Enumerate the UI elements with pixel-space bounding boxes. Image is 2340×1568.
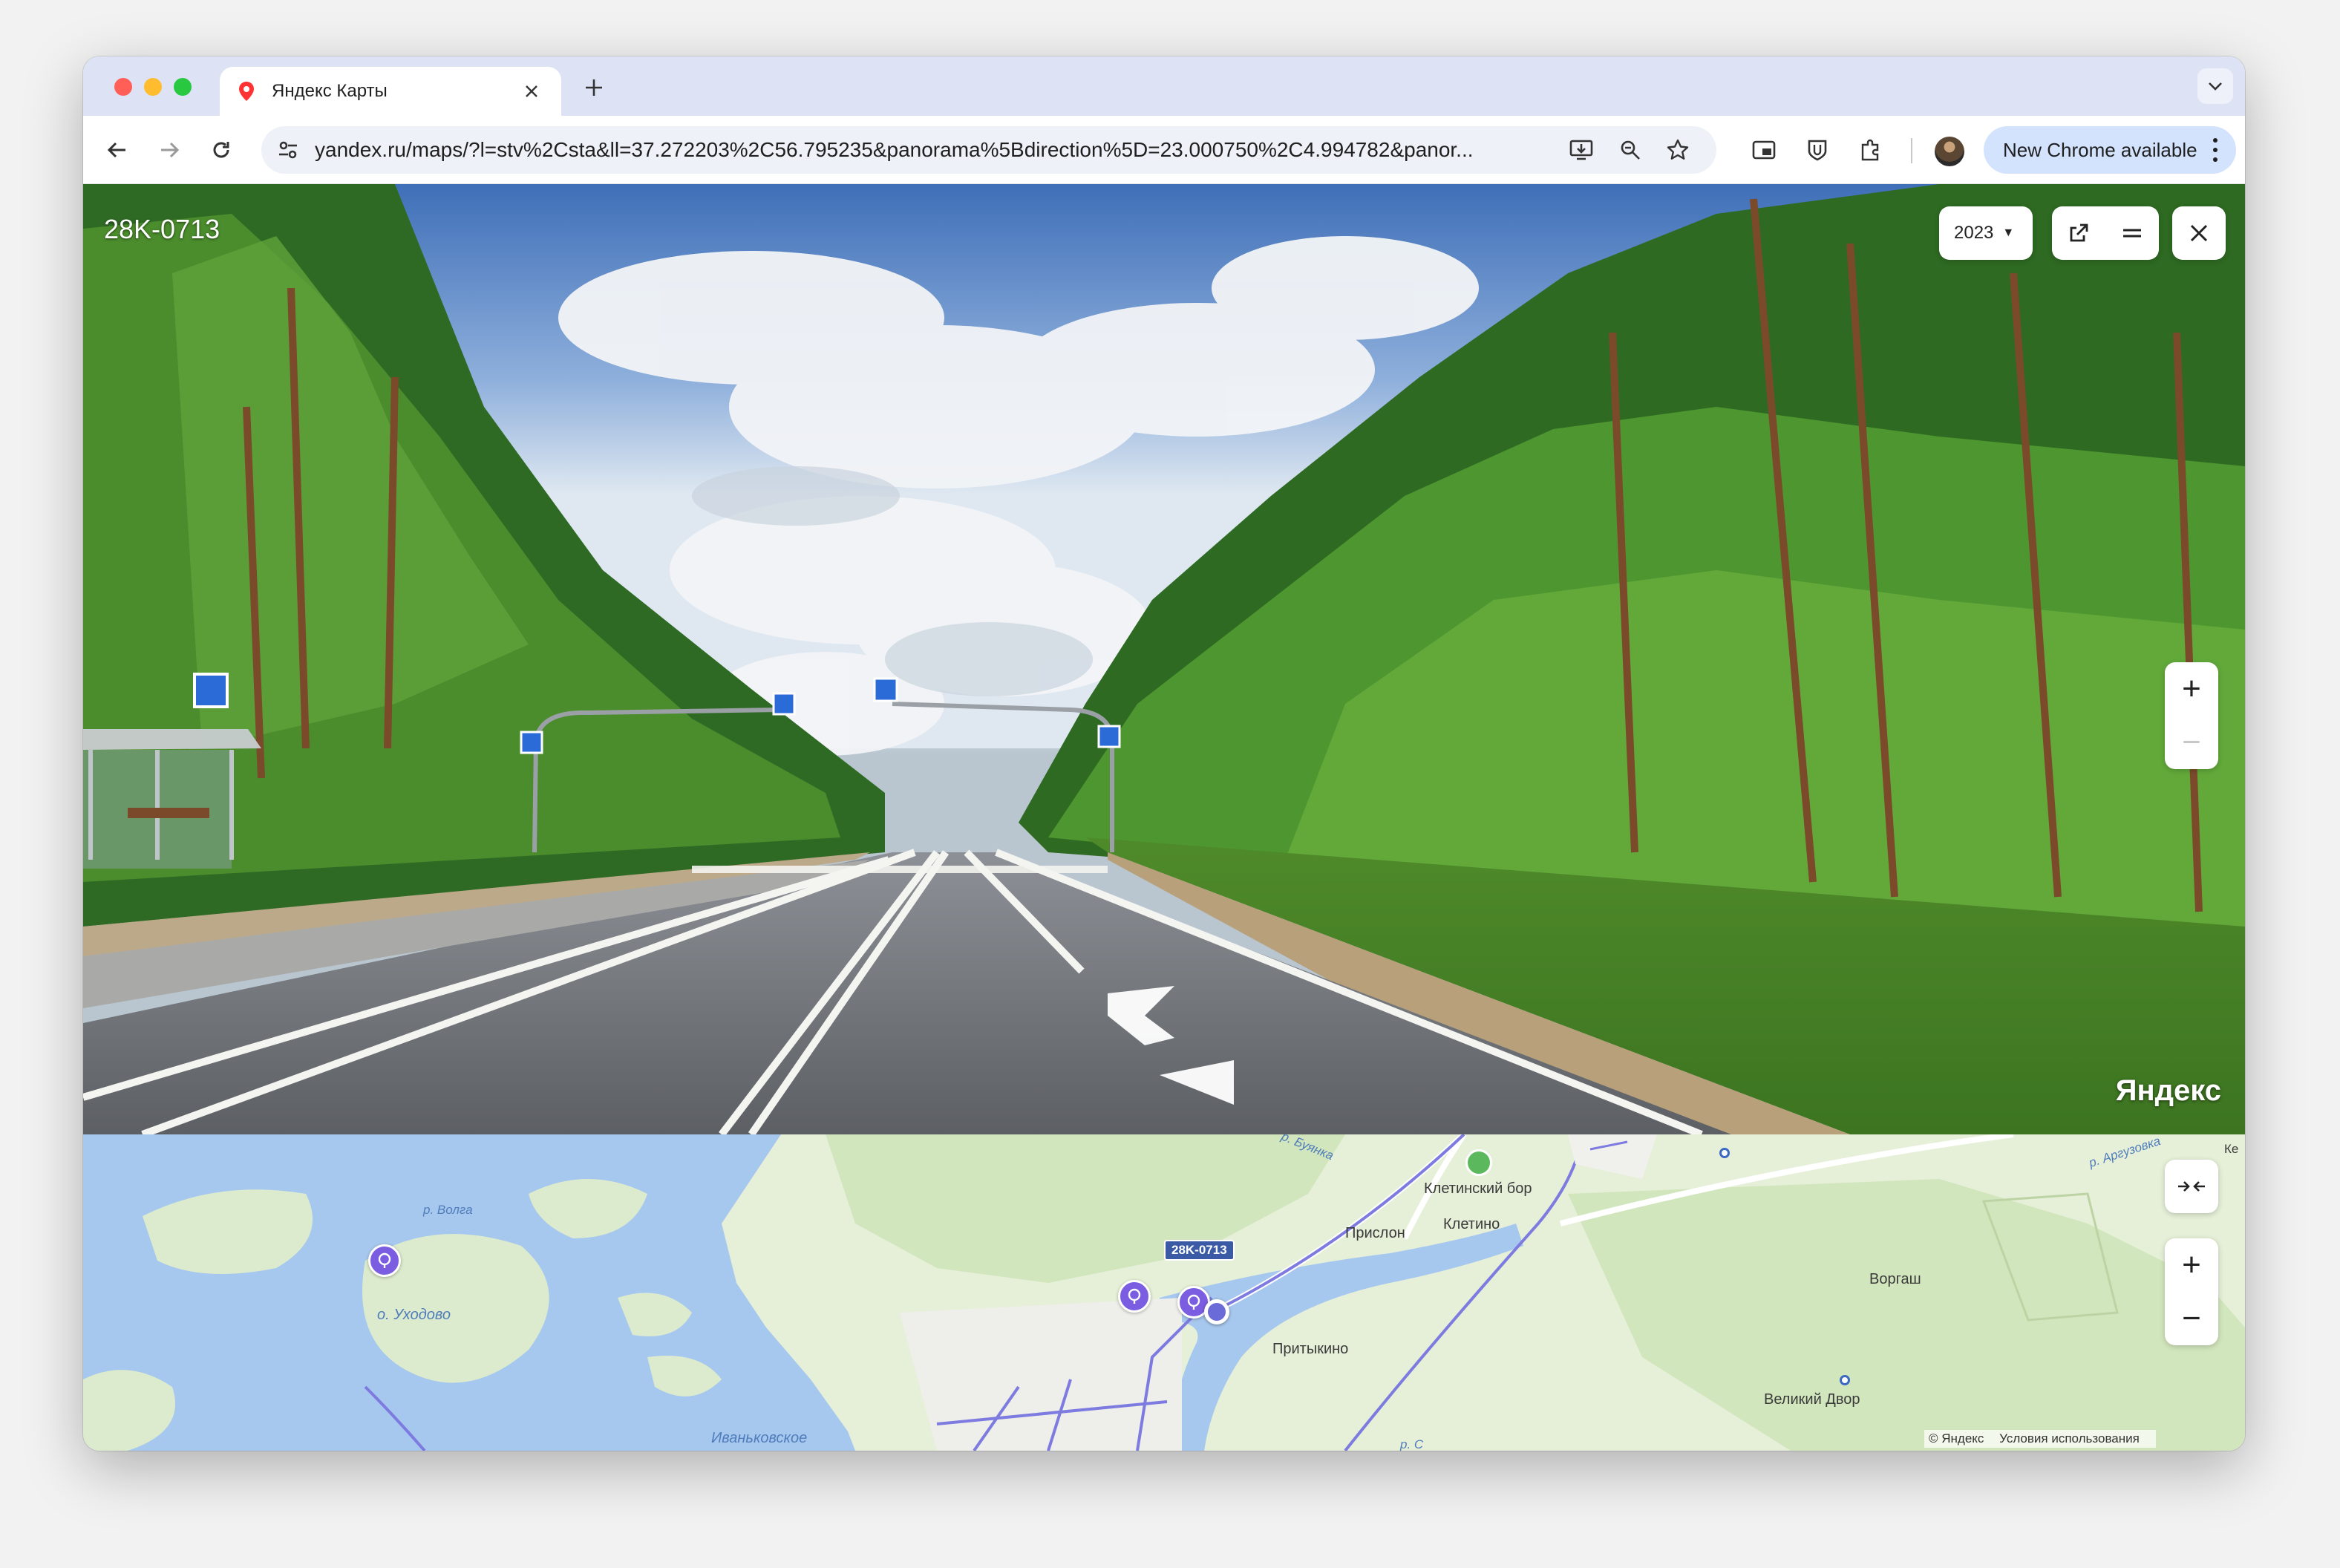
zoom-icon[interactable] [1617, 137, 1644, 163]
address-bar[interactable]: yandex.ru/maps/?l=stv%2Csta&ll=37.272203… [261, 126, 1716, 174]
install-app-icon[interactable] [1568, 137, 1595, 163]
map-label-ke: Ке [2224, 1142, 2239, 1156]
poi-balloon-icon[interactable] [368, 1244, 401, 1277]
map-label-prislon: Прислон [1345, 1225, 1405, 1241]
panorama-zoom-in-button[interactable]: + [2165, 662, 2218, 716]
site-settings-icon[interactable] [275, 137, 301, 163]
yandex-watermark: Яндекс [2115, 1074, 2221, 1107]
village-dot-icon [1840, 1375, 1850, 1385]
map-zoom-in-button[interactable]: + [2165, 1238, 2218, 1292]
dropdown-triangle-icon: ▼ [2002, 226, 2015, 239]
forest-poi-icon[interactable] [1465, 1149, 1492, 1176]
map-canvas [83, 1134, 2245, 1451]
url-text: yandex.ru/maps/?l=stv%2Csta&ll=37.272203… [315, 138, 1474, 161]
tab-yandex-maps[interactable]: Яндекс Карты [220, 67, 561, 116]
mini-map[interactable]: р. Волга о. Уходово Иваньковское р. Буян… [83, 1134, 2245, 1451]
copyright-text: © Яндекс [1929, 1431, 1984, 1446]
map-label-kletinsky-bor: Клетинский бор [1424, 1180, 1532, 1197]
road-number-label: 28K-0713 [104, 214, 220, 244]
extensions-puzzle-icon[interactable] [1856, 135, 1886, 165]
panorama-scene [83, 184, 2245, 1134]
browser-window: Яндекс Карты yandex.ru/maps/?l=stv%2Csta… [83, 56, 2245, 1451]
year-value: 2023 [1954, 223, 1994, 243]
split-view-icon[interactable] [2105, 206, 2159, 260]
map-label-r-s: р. С [1400, 1437, 1424, 1451]
poi-balloon-icon[interactable] [1118, 1280, 1151, 1313]
year-select[interactable]: 2023 ▼ [1939, 206, 2033, 260]
close-panorama-button[interactable] [2172, 206, 2226, 260]
map-label-ivankovskoe: Иваньковское [711, 1430, 808, 1446]
open-external-icon[interactable] [2052, 206, 2105, 260]
shield-extension-icon[interactable] [1803, 135, 1832, 165]
new-chrome-available-button[interactable]: New Chrome available [1984, 126, 2236, 174]
map-label-veliky-dvor: Великий Двор [1764, 1391, 1860, 1408]
panorama-zoom-control: + − [2165, 662, 2218, 769]
panorama-action-group [2052, 206, 2159, 260]
map-zoom-control: + − [2165, 1238, 2218, 1345]
village-dot-icon [1719, 1148, 1730, 1158]
bookmark-star-icon[interactable] [1664, 137, 1691, 163]
map-label-volga: р. Волга [423, 1203, 473, 1217]
street-panorama[interactable]: 28K-0713 2023 ▼ + − Яндекс [83, 184, 2245, 1134]
tab-strip: Яндекс Карты [83, 56, 2245, 116]
forward-arrow-icon[interactable] [151, 132, 187, 168]
tab-close-icon[interactable] [518, 78, 545, 105]
reload-icon[interactable] [203, 132, 239, 168]
toolbar-separator [1911, 138, 1912, 163]
tab-title: Яндекс Карты [272, 81, 388, 101]
map-label-kletino: Клетино [1443, 1216, 1500, 1232]
back-arrow-icon[interactable] [99, 132, 135, 168]
picture-in-picture-icon[interactable] [1749, 135, 1779, 165]
close-icon [2190, 224, 2208, 242]
browser-toolbar: yandex.ru/maps/?l=stv%2Csta&ll=37.272203… [83, 116, 2245, 184]
new-tab-button[interactable] [578, 71, 610, 104]
minimize-window-button[interactable] [144, 78, 162, 96]
terms-link[interactable]: Условия использования [1999, 1431, 2140, 1446]
maximize-window-button[interactable] [174, 78, 192, 96]
panorama-position-marker[interactable] [1204, 1299, 1229, 1324]
map-zoom-out-button[interactable]: − [2165, 1292, 2218, 1345]
panorama-zoom-out-button[interactable]: − [2165, 716, 2218, 769]
collapse-map-icon[interactable] [2165, 1160, 2218, 1213]
profile-avatar[interactable] [1935, 137, 1964, 166]
map-label-pritykino: Притыкино [1272, 1341, 1349, 1357]
map-label-vorgash: Воргаш [1869, 1271, 1921, 1287]
map-copyright: © Яндекс Условия использования [1924, 1430, 2156, 1448]
update-label: New Chrome available [2003, 138, 2197, 161]
more-menu-icon[interactable] [2211, 138, 2220, 162]
close-window-button[interactable] [114, 78, 132, 96]
yandex-maps-pin-icon [236, 81, 257, 102]
map-label-uhodovo: о. Уходово [377, 1307, 451, 1323]
tab-search-chevron-icon[interactable] [2197, 68, 2233, 104]
route-badge: 28K-0713 [1164, 1240, 1235, 1261]
